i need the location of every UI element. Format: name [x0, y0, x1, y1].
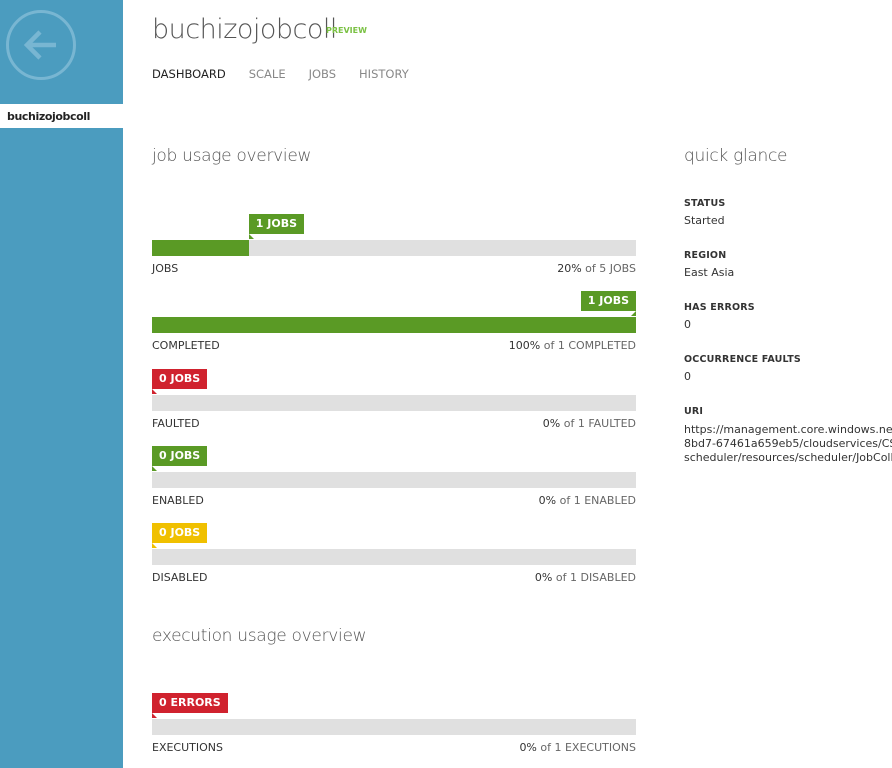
tab-dashboard[interactable]: DASHBOARD	[152, 67, 226, 81]
row-label: JOBS	[152, 262, 179, 275]
tab-jobs[interactable]: JOBS	[309, 67, 336, 81]
arrow-left-icon	[23, 30, 56, 60]
progress-bar	[152, 549, 636, 565]
row-stat: 100% of 1 COMPLETED	[509, 339, 636, 352]
progress-fill	[152, 317, 636, 333]
row-percent: 0%	[534, 571, 553, 584]
progress-bar	[152, 472, 636, 488]
count-tag: 0 JOBS	[152, 446, 208, 471]
glance-key: OCCURRENCE FAULTS	[684, 354, 801, 365]
uri-key: URI	[684, 406, 704, 417]
row-stat: 20% of 5 JOBS	[557, 262, 636, 275]
tab-bar: DASHBOARD SCALE JOBS HISTORY	[152, 67, 409, 81]
row-stat: 0% of 1 ENABLED	[539, 494, 636, 507]
row-label: FAULTED	[152, 417, 200, 430]
glance-key: STATUS	[684, 198, 726, 209]
count-tag: 1 JOBS	[248, 214, 305, 239]
usage-row-faulted: 0 JOBS FAULTED 0% of 1 FAULTED	[152, 369, 636, 435]
sidebar: buchizojobcoll	[0, 0, 123, 768]
row-percent: 0%	[542, 417, 561, 430]
quick-glance-title: quick glance	[684, 146, 788, 166]
row-of: of 1 COMPLETED	[543, 339, 636, 352]
progress-bar	[152, 240, 636, 256]
row-stat: 0% of 1 EXECUTIONS	[519, 741, 636, 754]
glance-value: 0	[684, 318, 691, 331]
glance-key: REGION	[684, 250, 727, 261]
row-label: COMPLETED	[152, 339, 220, 352]
glance-value: Started	[684, 214, 725, 227]
row-percent: 20%	[557, 262, 582, 275]
uri-line: https://management.core.windows.net/2	[684, 423, 892, 436]
sidebar-item-buchizojobcoll[interactable]: buchizojobcoll	[0, 104, 123, 128]
glance-value: 0	[684, 370, 691, 383]
row-stat: 0% of 1 DISABLED	[535, 571, 636, 584]
row-percent: 0%	[538, 494, 557, 507]
progress-fill	[152, 240, 249, 256]
count-tag: 1 JOBS	[580, 291, 637, 316]
usage-row-jobs: 1 JOBS JOBS 20% of 5 JOBS	[152, 214, 636, 280]
row-label: DISABLED	[152, 571, 208, 584]
row-percent: 100%	[508, 339, 541, 352]
row-label: ENABLED	[152, 494, 204, 507]
row-stat: 0% of 1 FAULTED	[543, 417, 636, 430]
row-of: of 5 JOBS	[585, 262, 636, 275]
usage-row-disabled: 0 JOBS DISABLED 0% of 1 DISABLED	[152, 523, 636, 589]
count-tag: 0 ERRORS	[152, 693, 228, 718]
job-usage-title: job usage overview	[152, 146, 312, 166]
uri-line: 8bd7-67461a659eb5/cloudservices/CS-E	[684, 437, 892, 450]
usage-row-executions: 0 ERRORS EXECUTIONS 0% of 1 EXECUTIONS	[152, 693, 636, 759]
usage-row-completed: 1 JOBS COMPLETED 100% of 1 COMPLETED	[152, 291, 637, 357]
page-title: buchizojobcoll	[152, 14, 337, 45]
glance-key: HAS ERRORS	[684, 302, 755, 313]
glance-value: East Asia	[684, 266, 735, 279]
tab-history[interactable]: HISTORY	[359, 67, 409, 81]
progress-bar	[152, 317, 636, 333]
tab-scale[interactable]: SCALE	[249, 67, 286, 81]
preview-badge: PREVIEW	[326, 26, 367, 35]
row-label: EXECUTIONS	[152, 741, 224, 754]
row-of: of 1 FAULTED	[563, 417, 636, 430]
count-tag: 0 JOBS	[152, 523, 208, 548]
row-of: of 1 DISABLED	[555, 571, 636, 584]
progress-bar	[152, 395, 636, 411]
execution-usage-title: execution usage overview	[152, 626, 367, 646]
row-of: of 1 EXECUTIONS	[540, 741, 636, 754]
row-percent: 0%	[519, 741, 537, 754]
usage-row-enabled: 0 JOBS ENABLED 0% of 1 ENABLED	[152, 446, 636, 512]
row-of: of 1 ENABLED	[559, 494, 636, 507]
progress-bar	[152, 719, 636, 735]
uri-line: scheduler/resources/scheduler/JobCollec	[684, 451, 892, 464]
back-button[interactable]	[6, 10, 76, 80]
count-tag: 0 JOBS	[152, 369, 208, 394]
